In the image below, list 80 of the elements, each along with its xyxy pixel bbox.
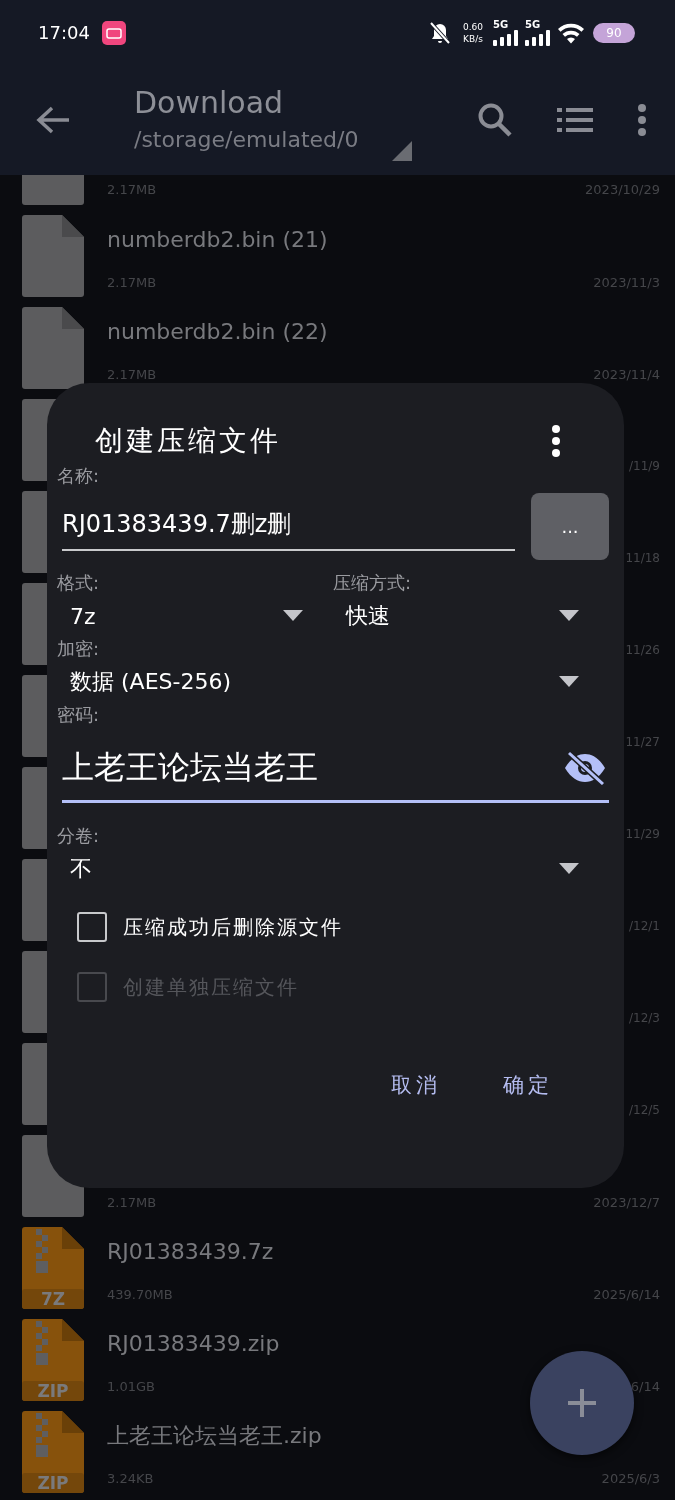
password-field[interactable]: 上老王论坛当老王 xyxy=(62,736,609,803)
network-speed: 0.60 xyxy=(462,20,483,33)
list-view-icon[interactable] xyxy=(557,107,593,133)
file-date: 11/26 xyxy=(625,643,660,657)
file-date: 11/18 xyxy=(625,551,660,565)
archive-file-icon xyxy=(22,1319,84,1401)
dropdown-caret-icon[interactable] xyxy=(559,676,579,688)
dropdown-caret-icon[interactable] xyxy=(559,610,579,622)
file-date: 11/29 xyxy=(625,827,660,841)
file-name: RJ01383439.7z xyxy=(107,1238,275,1266)
file-icon xyxy=(22,175,84,205)
dropdown-value[interactable]: 7z xyxy=(70,603,96,629)
dialog-button[interactable]: 确定 xyxy=(497,1063,559,1107)
field-label: 名称: xyxy=(57,464,101,488)
clock: 17:04 xyxy=(38,22,90,43)
archive-file-icon xyxy=(22,1411,84,1493)
dialog-button[interactable]: 取消 xyxy=(385,1063,447,1107)
muted-bell-icon xyxy=(428,20,451,45)
eye-slash-icon[interactable] xyxy=(563,751,607,785)
password-text: 上老王论坛当老王 xyxy=(62,747,318,788)
file-name: RJ01383439.zip xyxy=(107,1330,281,1358)
checkbox-label[interactable]: 压缩成功后删除源文件 xyxy=(123,913,343,941)
file-date: /12/5 xyxy=(629,1103,660,1117)
network-type: 5G xyxy=(525,19,542,30)
file-type-label: ZIP xyxy=(36,1473,70,1493)
plus-icon xyxy=(567,1388,597,1418)
file-size: 2.17MB xyxy=(107,366,157,382)
app-icon xyxy=(101,20,126,45)
checkbox-label: 创建单独压缩文件 xyxy=(123,973,299,1001)
file-date: 11/27 xyxy=(625,735,660,749)
file-type-label: 7Z xyxy=(39,1289,67,1309)
file-date: 2025/6/14 xyxy=(593,1286,660,1302)
dropdown-value[interactable]: 不 xyxy=(70,854,92,884)
folder-title: Download xyxy=(134,84,284,122)
file-size: 1.01GB xyxy=(107,1378,155,1394)
file-date: 2023/12/7 xyxy=(593,1194,660,1210)
dialog-title: 创建压缩文件 xyxy=(95,423,281,459)
file-date: 2023/11/3 xyxy=(593,274,660,290)
signal-icon xyxy=(525,29,551,46)
browse-button[interactable]: ... xyxy=(531,493,609,560)
signal-icon xyxy=(493,29,519,46)
dropdown-value[interactable]: 快速 xyxy=(346,601,390,631)
network-type: 5G xyxy=(493,19,510,30)
file-date: 2025/6/3 xyxy=(601,1470,660,1486)
dropdown-corner-icon[interactable] xyxy=(392,141,412,161)
file-size: 2.17MB xyxy=(107,274,157,290)
network-speed-unit: KB/s xyxy=(463,32,483,45)
file-icon xyxy=(22,307,84,389)
file-size: 2.17MB xyxy=(107,1194,157,1210)
field-label: 格式: xyxy=(57,571,101,595)
wifi-icon xyxy=(557,21,585,44)
dropdown-value[interactable]: 数据 (AES-256) xyxy=(70,667,231,697)
file-name: 上老王论坛当老王.zip xyxy=(107,1422,323,1450)
field-label: 分卷: xyxy=(57,824,101,848)
folder-path: /storage/emulated/0 xyxy=(134,126,359,154)
file-size: 3.24KB xyxy=(107,1470,154,1486)
battery-indicator: 90 xyxy=(593,22,635,43)
archive-file-icon xyxy=(22,1227,84,1309)
file-size: 2.17MB xyxy=(107,181,157,197)
file-date: /11/9 xyxy=(629,459,660,473)
field-label: 加密: xyxy=(57,637,101,661)
file-date: 2023/11/4 xyxy=(593,366,660,382)
file-date: 2023/10/29 xyxy=(585,181,660,197)
file-name: numberdb2.bin (22) xyxy=(107,318,329,346)
checkbox[interactable] xyxy=(77,912,107,942)
back-arrow-icon[interactable] xyxy=(36,105,70,135)
file-type-label: ZIP xyxy=(36,1381,70,1401)
field-label: 密码: xyxy=(57,703,101,727)
dropdown-caret-icon[interactable] xyxy=(559,863,579,875)
search-icon[interactable] xyxy=(477,102,513,138)
name-field[interactable]: RJ01383439.7删z删 xyxy=(62,501,515,551)
file-name: numberdb2.bin (21) xyxy=(107,226,329,254)
file-icon xyxy=(22,215,84,297)
dropdown-caret-icon[interactable] xyxy=(283,610,303,622)
file-date: /12/3 xyxy=(629,1011,660,1025)
file-date: /12/1 xyxy=(629,919,660,933)
file-size: 439.70MB xyxy=(107,1286,173,1302)
file-date: 6/14 xyxy=(630,1378,660,1394)
field-label: 压缩方式: xyxy=(333,571,413,595)
more-options-icon[interactable] xyxy=(551,425,561,457)
